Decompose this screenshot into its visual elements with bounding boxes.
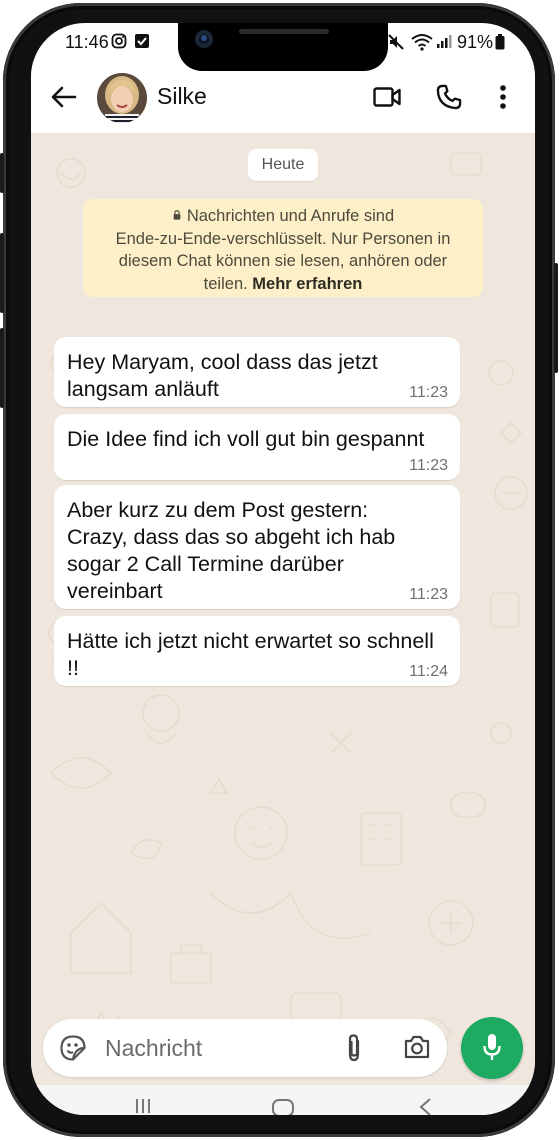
phone-screen: 11:46 91% Silke Heute Nachrichten und An… xyxy=(31,23,535,1115)
camera-icon[interactable] xyxy=(403,1034,431,1060)
phone-frame: 11:46 91% Silke Heute Nachrichten und An… xyxy=(0,3,558,1137)
chat-area[interactable]: Heute Nachrichten und Anrufe sind Ende-z… xyxy=(31,133,535,1115)
encryption-notice-line-4: teilen. Mehr erfahren xyxy=(203,274,363,293)
emoji-sticker-icon[interactable] xyxy=(59,1034,87,1062)
wifi-icon xyxy=(411,34,433,51)
battery-percentage: 91% xyxy=(457,32,494,52)
system-navigation-bar xyxy=(31,1085,535,1115)
front-camera xyxy=(195,30,213,48)
phone-power-button xyxy=(554,263,558,373)
encryption-notice-line-1: Nachrichten und Anrufe sind xyxy=(83,205,483,228)
mic-button[interactable] xyxy=(461,1017,523,1079)
lock-icon xyxy=(173,210,181,220)
message-time: 11:23 xyxy=(409,457,448,474)
message-time: 11:23 xyxy=(409,384,448,401)
message-time: 11:23 xyxy=(409,586,448,603)
instagram-notification-icon xyxy=(111,33,127,49)
avatar[interactable] xyxy=(97,73,147,123)
message-bubble[interactable]: Die Idee find ich voll gut bin gespannt … xyxy=(54,414,460,480)
message-text: Aber kurz zu dem Post gestern: Crazy, da… xyxy=(67,498,396,603)
message-text: Hey Maryam, cool dass das jetzt langsam … xyxy=(67,350,378,401)
message-input[interactable] xyxy=(105,1033,325,1063)
signal-icon xyxy=(437,35,452,48)
message-text: Die Idee find ich voll gut bin gespannt xyxy=(67,427,425,451)
phone-side-button xyxy=(0,153,4,193)
chat-header: Silke xyxy=(31,61,535,133)
message-time: 11:24 xyxy=(409,663,448,680)
home-icon[interactable] xyxy=(271,1097,295,1115)
message-composer xyxy=(43,1019,447,1077)
message-bubble[interactable]: Aber kurz zu dem Post gestern: Crazy, da… xyxy=(54,485,460,609)
status-time: 11:46 xyxy=(65,32,109,52)
phone-volume-up xyxy=(0,233,4,313)
contact-name[interactable]: Silke xyxy=(157,83,207,110)
video-call-icon[interactable] xyxy=(373,86,401,108)
mic-icon xyxy=(483,1034,501,1060)
back-arrow-icon[interactable] xyxy=(49,85,77,109)
back-nav-icon[interactable] xyxy=(417,1097,433,1115)
date-chip: Heute xyxy=(248,149,318,181)
earpiece-speaker xyxy=(239,29,329,34)
learn-more-link[interactable]: Mehr erfahren xyxy=(252,275,362,293)
encryption-notice-line-2: Ende-zu-Ende-verschlüsselt. Nur Personen… xyxy=(115,229,451,248)
message-text: Hätte ich jetzt nicht erwartet so schnel… xyxy=(67,629,434,680)
mute-icon xyxy=(388,34,404,50)
task-notification-icon xyxy=(135,34,149,48)
recent-apps-icon[interactable] xyxy=(133,1097,153,1115)
avatar-photo xyxy=(97,73,147,123)
phone-icon[interactable] xyxy=(435,83,463,111)
encryption-notice-line-3: diesem Chat können sie lesen, anhören od… xyxy=(118,252,448,270)
phone-volume-down xyxy=(0,328,4,408)
attach-icon[interactable] xyxy=(345,1033,363,1063)
message-bubble[interactable]: Hey Maryam, cool dass das jetzt langsam … xyxy=(54,337,460,407)
more-options-icon[interactable] xyxy=(499,84,507,110)
battery-icon xyxy=(495,34,505,50)
encryption-notice[interactable]: Nachrichten und Anrufe sind Ende-zu-Ende… xyxy=(83,199,483,297)
message-bubble[interactable]: Hätte ich jetzt nicht erwartet so schnel… xyxy=(54,616,460,686)
